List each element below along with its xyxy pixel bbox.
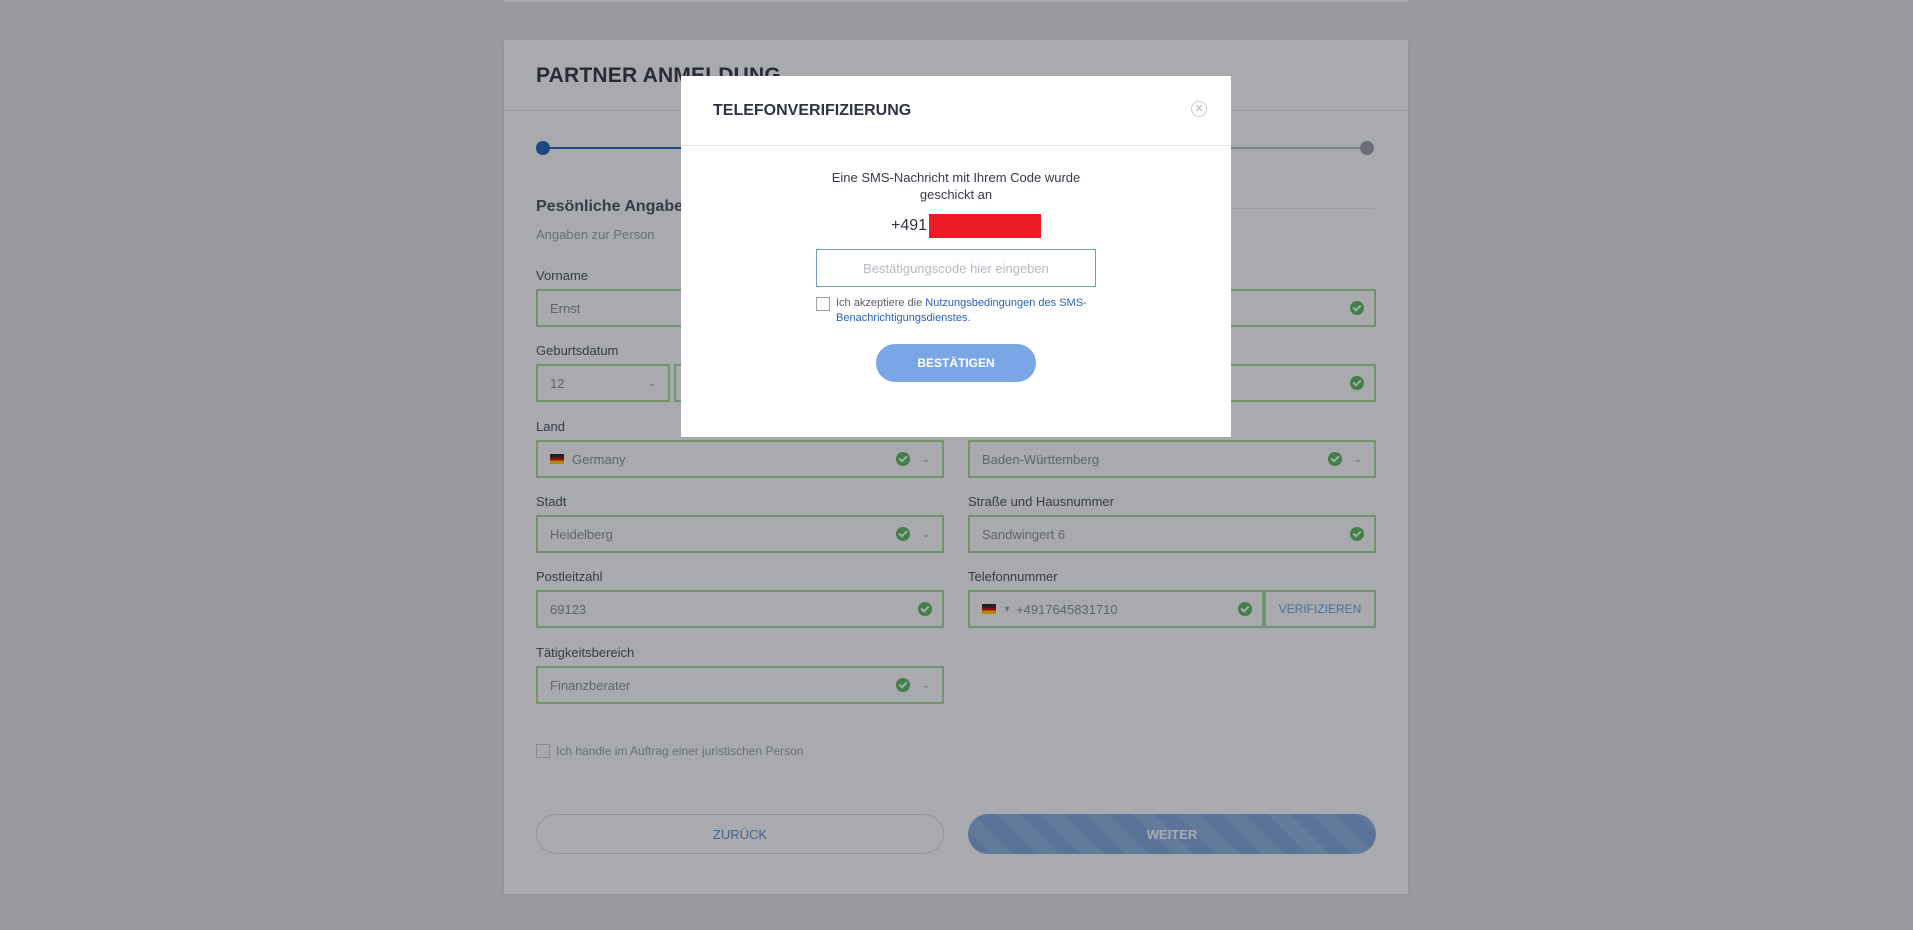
confirm-button[interactable]: BESTÄTIGEN <box>876 344 1036 382</box>
terms-text: Ich akzeptiere die Nutzungsbedingungen d… <box>836 296 1106 326</box>
dialog-header: TELEFONVERIFIZIERUNG ✕ <box>681 76 1231 146</box>
terms-checkbox[interactable] <box>816 297 830 311</box>
sms-message-line2: geschickt an <box>919 187 993 202</box>
phone-verification-dialog: TELEFONVERIFIZIERUNG ✕ Eine SMS-Nachrich… <box>681 76 1231 437</box>
target-phone-number: +491 <box>891 214 1042 238</box>
terms-suffix: . <box>967 312 971 324</box>
dialog-title: TELEFONVERIFIZIERUNG <box>713 102 912 119</box>
verification-code-input[interactable] <box>816 249 1096 287</box>
sms-sent-message: Eine SMS-Nachricht mit Ihrem Code wurde … <box>681 169 1231 203</box>
terms-checkbox-row[interactable]: Ich akzeptiere die Nutzungsbedingungen d… <box>816 296 1106 326</box>
terms-prefix: Ich akzeptiere die <box>836 297 926 309</box>
close-icon[interactable]: ✕ <box>1191 101 1207 117</box>
phone-prefix: +491 <box>891 217 928 234</box>
redacted-number-block <box>929 214 1042 238</box>
sms-message-line1: Eine SMS-Nachricht mit Ihrem Code wurde <box>831 170 1081 185</box>
